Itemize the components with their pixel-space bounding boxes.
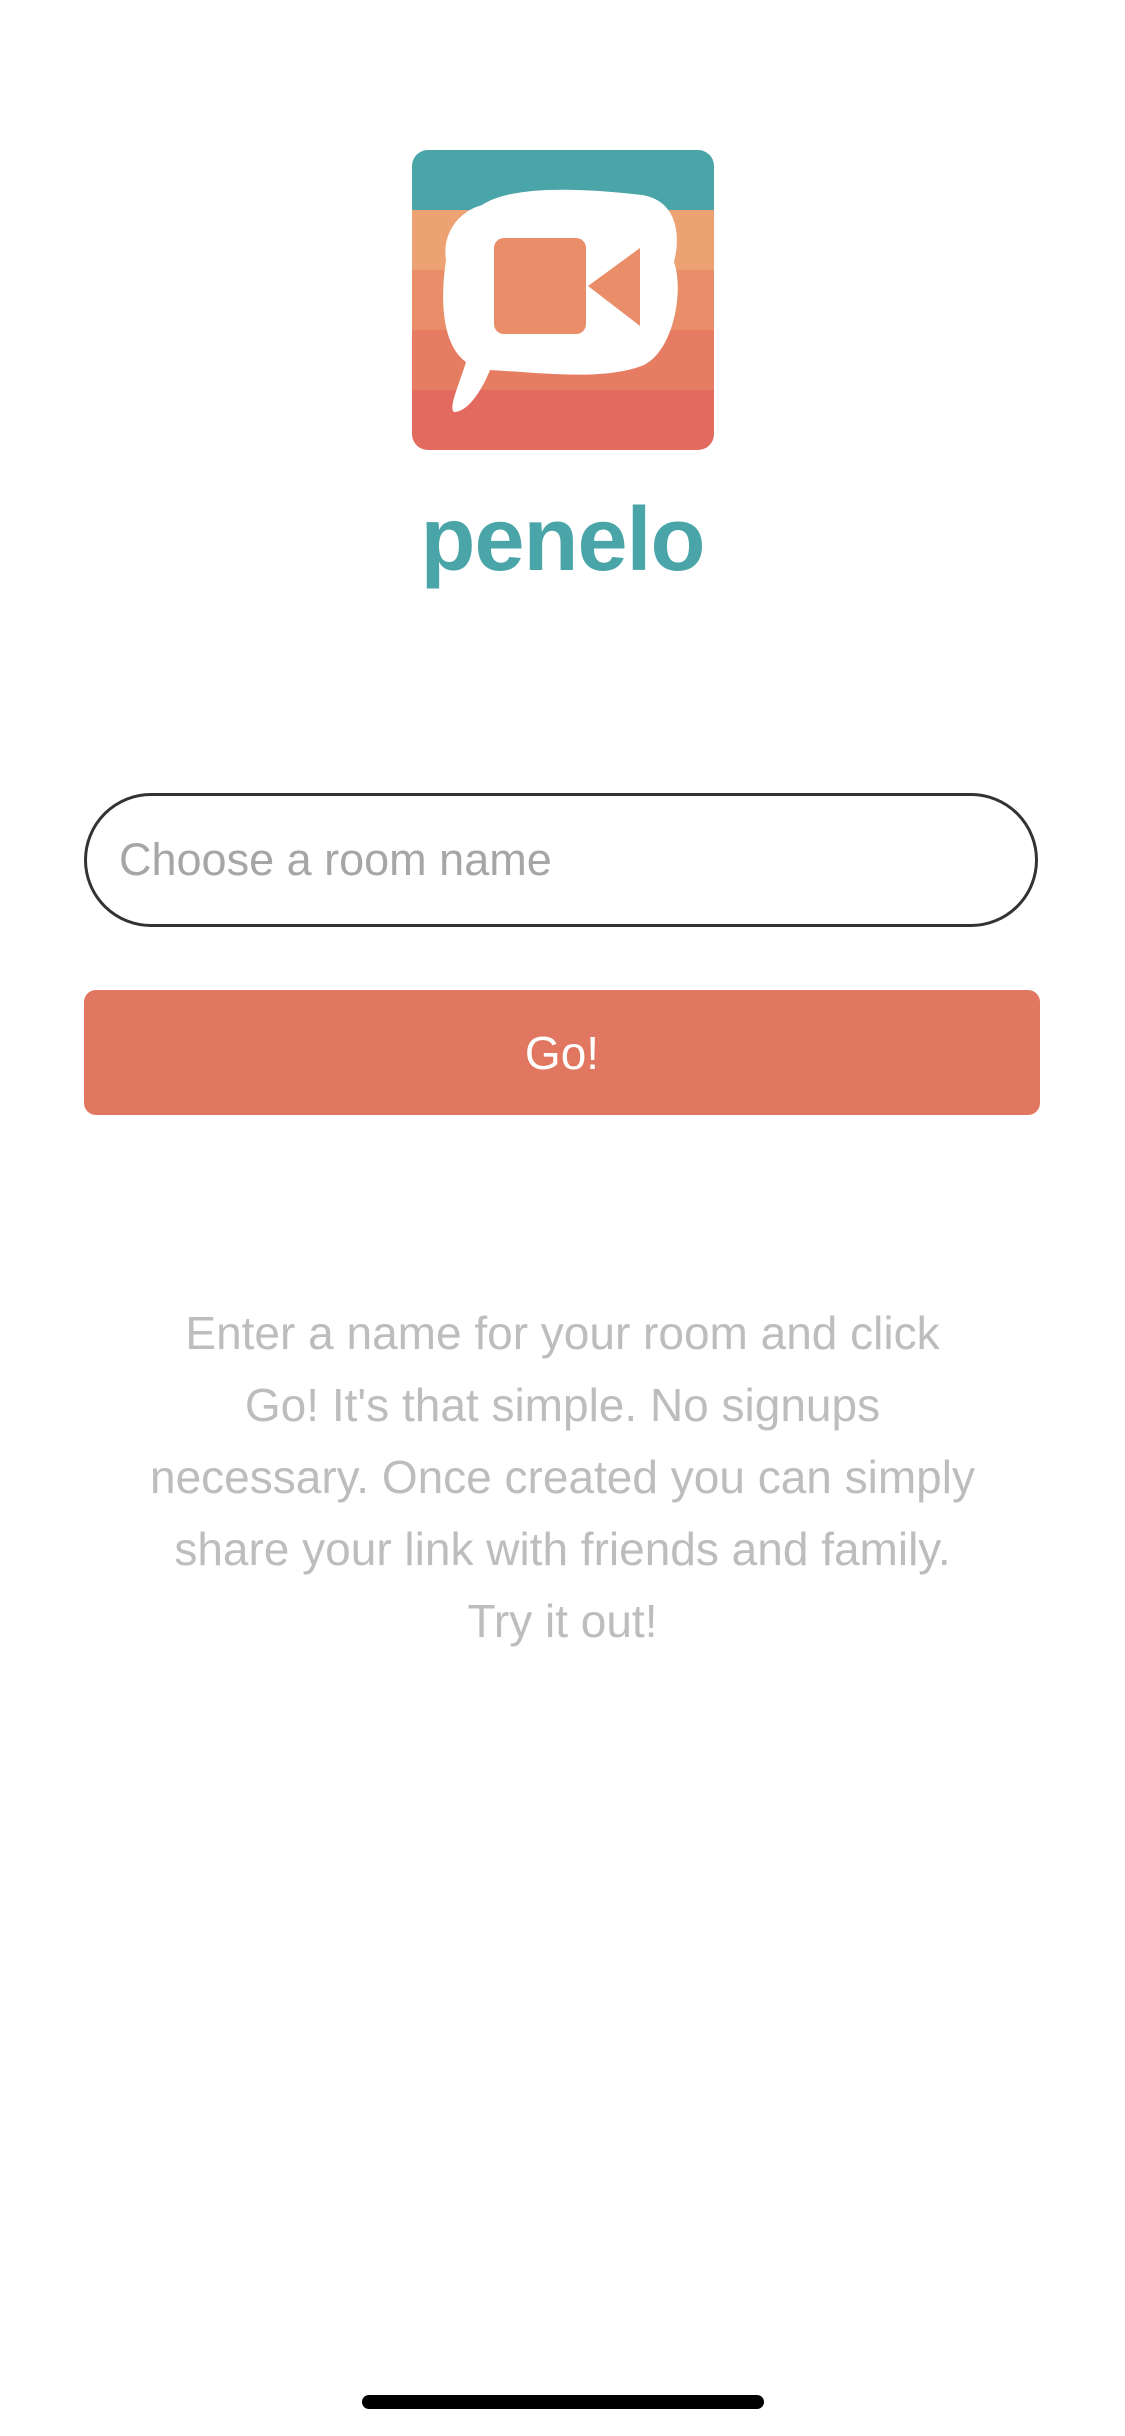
app-name: penelo <box>420 490 705 590</box>
camera-body-shape <box>494 238 586 334</box>
app-logo <box>412 150 714 450</box>
home-indicator[interactable] <box>362 2395 764 2409</box>
go-button[interactable]: Go! <box>84 990 1040 1115</box>
instructions-text: Enter a name for your room and click Go!… <box>150 1307 975 1647</box>
room-name-input[interactable] <box>84 793 1038 927</box>
video-chat-bubble-icon <box>412 150 714 450</box>
